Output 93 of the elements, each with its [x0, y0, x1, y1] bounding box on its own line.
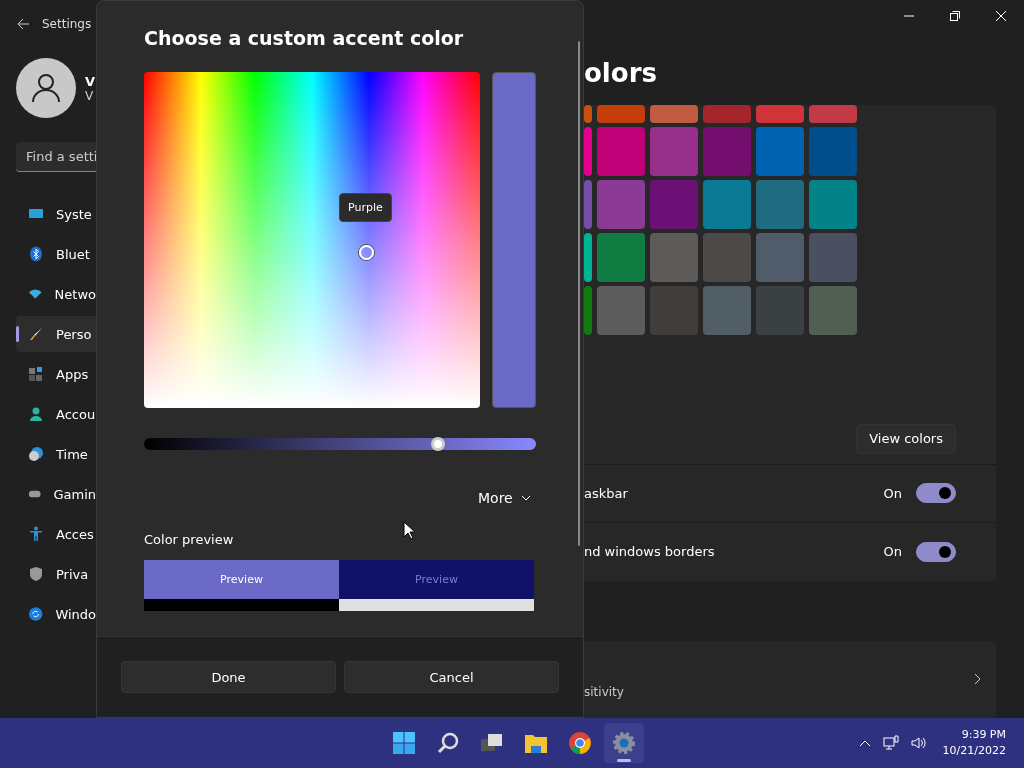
- color-swatch[interactable]: [650, 126, 698, 176]
- brush-icon: [28, 326, 44, 342]
- clock-date[interactable]: 10/21/2022: [942, 743, 1006, 759]
- color-swatch[interactable]: [809, 285, 857, 335]
- color-swatch[interactable]: [584, 285, 592, 335]
- color-swatch[interactable]: [650, 104, 698, 123]
- bluetooth-icon: [28, 246, 44, 262]
- user-name: V: [85, 73, 96, 89]
- color-swatch[interactable]: [703, 104, 751, 123]
- network-icon[interactable]: [880, 733, 901, 753]
- color-swatch[interactable]: [703, 285, 751, 335]
- color-swatch[interactable]: [809, 232, 857, 282]
- toggle-state: On: [883, 544, 902, 560]
- nav-item[interactable]: Netwo: [16, 276, 96, 312]
- color-swatch[interactable]: [703, 232, 751, 282]
- color-swatch[interactable]: [756, 104, 804, 123]
- color-swatch[interactable]: [584, 104, 592, 123]
- scrollbar[interactable]: [578, 41, 580, 546]
- apps-icon: [28, 366, 44, 382]
- nav-item[interactable]: Perso: [16, 316, 96, 352]
- accessibility-icon: [28, 526, 44, 542]
- color-swatch[interactable]: [809, 126, 857, 176]
- nav-item[interactable]: Time: [16, 436, 96, 472]
- nav-item[interactable]: Acces: [16, 516, 96, 552]
- setting-label: nd windows borders: [584, 544, 716, 560]
- color-swatch[interactable]: [703, 179, 751, 229]
- shield-icon: [28, 566, 44, 582]
- color-swatch[interactable]: [597, 126, 645, 176]
- page-title: olors: [584, 58, 658, 90]
- done-button[interactable]: Done: [121, 661, 336, 693]
- setting-label: askbar: [584, 485, 629, 501]
- nav-item[interactable]: Priva: [16, 556, 96, 592]
- person-icon: [28, 406, 44, 422]
- cancel-button[interactable]: Cancel: [344, 661, 559, 693]
- search-field[interactable]: Find a setti: [16, 142, 96, 172]
- color-swatch[interactable]: [756, 285, 804, 335]
- search-icon: [436, 731, 460, 755]
- sync-icon: [28, 606, 44, 622]
- color-swatch[interactable]: [650, 179, 698, 229]
- restore-icon[interactable]: [950, 11, 960, 21]
- color-swatch[interactable]: [584, 232, 592, 282]
- color-swatch[interactable]: [584, 179, 592, 229]
- preview-tile: Preview: [339, 560, 534, 599]
- preview-tile: Preview: [144, 560, 339, 599]
- color-swatch[interactable]: [703, 126, 751, 176]
- color-swatch[interactable]: [650, 285, 698, 335]
- view-colors-button[interactable]: View colors: [856, 423, 956, 454]
- nav-item[interactable]: Gamin: [16, 476, 96, 512]
- clock-time[interactable]: 9:39 PM: [961, 727, 1006, 743]
- person-icon: [31, 73, 61, 103]
- app-title: Settings: [42, 17, 92, 31]
- active-indicator: [617, 759, 631, 762]
- color-swatch[interactable]: [809, 104, 857, 123]
- color-swatch[interactable]: [597, 179, 645, 229]
- color-tooltip: Purple: [339, 193, 392, 222]
- nav-item[interactable]: Bluet: [16, 236, 96, 272]
- color-picker-handle[interactable]: [359, 245, 374, 260]
- color-swatch[interactable]: [650, 232, 698, 282]
- gear-icon: [612, 731, 636, 755]
- nav-item[interactable]: Accou: [16, 396, 96, 432]
- brightness-slider[interactable]: [144, 438, 536, 450]
- setting-label: sitivity: [584, 685, 625, 700]
- close-icon[interactable]: [996, 11, 1006, 21]
- toggle-state: On: [883, 485, 902, 501]
- color-swatch[interactable]: [809, 179, 857, 229]
- nav-item[interactable]: Windo: [16, 596, 96, 632]
- toggle-switch[interactable]: [916, 483, 956, 504]
- selection-indicator: [16, 326, 19, 342]
- color-swatch[interactable]: [756, 126, 804, 176]
- color-swatch[interactable]: [756, 179, 804, 229]
- dialog-title: Choose a custom accent color: [144, 27, 465, 51]
- chevron-down-icon: [520, 495, 531, 501]
- color-swatch[interactable]: [597, 285, 645, 335]
- color-swatch[interactable]: [756, 232, 804, 282]
- settings-card[interactable]: sitivity: [584, 640, 996, 718]
- color-spectrum[interactable]: Purple: [144, 72, 480, 408]
- slider-thumb[interactable]: [431, 437, 445, 451]
- mouse-cursor-icon: [403, 521, 415, 540]
- nav-item[interactable]: Apps: [16, 356, 96, 392]
- more-button[interactable]: More: [474, 486, 535, 510]
- browser-icon: [568, 731, 592, 755]
- clock-globe-icon: [28, 446, 44, 462]
- chevron-right-icon: [974, 673, 982, 686]
- user-email: V: [85, 88, 95, 103]
- taskbar-app-button[interactable]: [604, 723, 644, 763]
- color-swatch[interactable]: [597, 232, 645, 282]
- toggle-switch[interactable]: [916, 541, 956, 562]
- nav-item[interactable]: Syste: [16, 196, 96, 232]
- color-swatch[interactable]: [584, 126, 592, 176]
- color-swatch[interactable]: [597, 104, 645, 123]
- section-heading: Color preview: [144, 532, 235, 547]
- back-arrow-icon[interactable]: [16, 17, 30, 31]
- windows-icon: [392, 731, 416, 755]
